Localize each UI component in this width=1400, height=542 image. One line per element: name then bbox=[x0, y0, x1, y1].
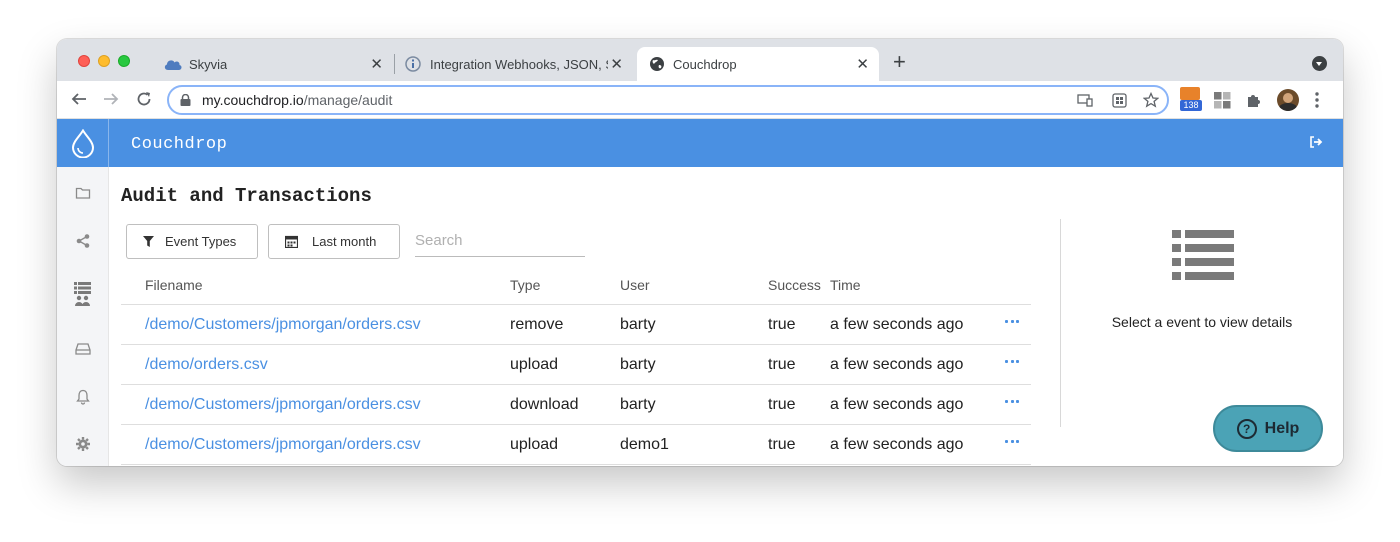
help-icon: ? bbox=[1236, 418, 1257, 439]
row-more-icon[interactable] bbox=[1005, 400, 1019, 404]
search-input[interactable]: Search bbox=[415, 229, 585, 257]
couchdrop-logo[interactable] bbox=[57, 119, 109, 167]
close-window-button[interactable] bbox=[78, 55, 90, 67]
audit-list-icon[interactable] bbox=[74, 281, 92, 307]
tab-skyvia[interactable]: Skyvia ✕ bbox=[157, 47, 393, 81]
folder-icon[interactable] bbox=[75, 185, 91, 201]
event-time: a few seconds ago bbox=[830, 396, 964, 413]
event-types-filter-button[interactable]: Event Types bbox=[126, 224, 258, 259]
close-tab-icon[interactable]: ✕ bbox=[856, 55, 869, 73]
url-host: my.couchdrop.io bbox=[202, 92, 304, 108]
event-user: barty bbox=[620, 316, 656, 333]
tab-title: Couchdrop bbox=[673, 56, 737, 72]
app-brand: Couchdrop bbox=[131, 135, 228, 154]
filter-funnel-icon bbox=[143, 236, 154, 247]
column-header-user[interactable]: User bbox=[620, 277, 650, 293]
maximize-window-button[interactable] bbox=[118, 55, 130, 67]
row-more-icon[interactable] bbox=[1005, 320, 1019, 324]
bookmark-star-icon[interactable] bbox=[1143, 92, 1159, 108]
event-type: download bbox=[510, 396, 579, 413]
event-type: remove bbox=[510, 316, 564, 333]
globe-icon bbox=[650, 57, 664, 71]
gear-icon[interactable] bbox=[75, 436, 91, 452]
event-user: demo1 bbox=[620, 436, 669, 453]
logout-icon[interactable] bbox=[1309, 136, 1323, 148]
url-path: /manage/audit bbox=[303, 92, 393, 108]
address-bar[interactable]: my.couchdrop.io/manage/audit bbox=[167, 85, 1169, 115]
event-time: a few seconds ago bbox=[830, 356, 964, 373]
tab-search-icon[interactable] bbox=[1312, 56, 1327, 71]
date-range-filter-button[interactable]: Last month bbox=[268, 224, 400, 259]
table-row[interactable]: /demo/Customers/jpmorgan/orders.csv remo… bbox=[121, 305, 1031, 345]
browser-window: Skyvia ✕ Integration Webhooks, JSON, S ✕… bbox=[57, 39, 1343, 466]
event-user: barty bbox=[620, 356, 656, 373]
event-time: a few seconds ago bbox=[830, 316, 964, 333]
new-tab-button[interactable]: + bbox=[893, 51, 906, 73]
app-header: Couchdrop bbox=[57, 119, 1343, 167]
help-label: Help bbox=[1264, 419, 1300, 437]
tab-separator bbox=[394, 54, 395, 74]
back-arrow-icon[interactable] bbox=[71, 91, 87, 107]
column-header-filename[interactable]: Filename bbox=[145, 277, 203, 293]
event-user: barty bbox=[620, 396, 656, 413]
close-tab-icon[interactable]: ✕ bbox=[370, 55, 383, 73]
forward-arrow-icon[interactable] bbox=[103, 91, 119, 107]
list-details-icon bbox=[1172, 230, 1234, 280]
page-title: Audit and Transactions bbox=[121, 185, 372, 207]
close-tab-icon[interactable]: ✕ bbox=[610, 55, 623, 73]
tab-title: Integration Webhooks, JSON, S bbox=[430, 56, 608, 72]
main-content: Audit and Transactions Event Types Last … bbox=[109, 167, 1343, 466]
column-header-success[interactable]: Success bbox=[768, 277, 821, 293]
help-button[interactable]: ? Help bbox=[1213, 405, 1323, 452]
tab-title: Skyvia bbox=[189, 56, 228, 72]
sidebar bbox=[57, 167, 109, 466]
tab-couchdrop[interactable]: Couchdrop ✕ bbox=[637, 47, 879, 81]
lock-icon bbox=[180, 94, 191, 106]
url-text: my.couchdrop.io/manage/audit bbox=[202, 92, 392, 108]
extension-sql-icon[interactable]: 138 bbox=[1180, 87, 1202, 113]
info-icon bbox=[405, 56, 421, 72]
extensions-puzzle-icon[interactable] bbox=[1246, 92, 1262, 108]
browser-toolbar: my.couchdrop.io/manage/audit 138 bbox=[57, 81, 1343, 119]
event-success: true bbox=[768, 316, 796, 333]
minimize-window-button[interactable] bbox=[98, 55, 110, 67]
filename-link[interactable]: /demo/Customers/jpmorgan/orders.csv bbox=[145, 396, 421, 414]
bell-icon[interactable] bbox=[75, 389, 91, 405]
event-success: true bbox=[768, 396, 796, 413]
event-success: true bbox=[768, 356, 796, 373]
table-row[interactable]: /demo/orders.csv upload barty true a few… bbox=[121, 345, 1031, 385]
filename-link[interactable]: /demo/orders.csv bbox=[145, 356, 268, 374]
filename-link[interactable]: /demo/Customers/jpmorgan/orders.csv bbox=[145, 316, 421, 334]
event-success: true bbox=[768, 436, 796, 453]
share-icon[interactable] bbox=[75, 233, 91, 249]
calendar-icon bbox=[285, 235, 298, 248]
cloud-icon bbox=[164, 60, 182, 70]
tab-integration-webhooks[interactable]: Integration Webhooks, JSON, S ✕ bbox=[397, 47, 633, 81]
qr-code-icon[interactable] bbox=[1112, 93, 1127, 108]
water-drop-icon bbox=[71, 129, 95, 158]
event-type: upload bbox=[510, 436, 559, 453]
audit-table: Filename Type User Success Time /demo/Cu… bbox=[121, 265, 1031, 465]
extension-badge: 138 bbox=[1180, 100, 1202, 111]
event-type: upload bbox=[510, 356, 559, 373]
filename-link[interactable]: /demo/Customers/jpmorgan/orders.csv bbox=[145, 436, 421, 454]
event-time: a few seconds ago bbox=[830, 436, 964, 453]
storage-drive-icon[interactable] bbox=[75, 341, 91, 357]
row-more-icon[interactable] bbox=[1005, 440, 1019, 444]
column-header-type[interactable]: Type bbox=[510, 277, 540, 293]
tab-strip: Skyvia ✕ Integration Webhooks, JSON, S ✕… bbox=[57, 39, 1343, 81]
reload-icon[interactable] bbox=[136, 91, 152, 107]
more-vert-icon[interactable] bbox=[1315, 92, 1319, 108]
event-types-label: Event Types bbox=[165, 234, 237, 249]
extension-grid-icon[interactable] bbox=[1214, 92, 1231, 109]
profile-avatar[interactable] bbox=[1277, 89, 1299, 111]
column-header-time[interactable]: Time bbox=[830, 277, 861, 293]
row-more-icon[interactable] bbox=[1005, 360, 1019, 364]
table-row[interactable]: /demo/Customers/jpmorgan/orders.csv uplo… bbox=[121, 425, 1031, 465]
details-placeholder: Select a event to view details bbox=[1111, 314, 1293, 330]
date-range-label: Last month bbox=[312, 234, 377, 249]
table-row[interactable]: /demo/Customers/jpmorgan/orders.csv down… bbox=[121, 385, 1031, 425]
table-header: Filename Type User Success Time bbox=[121, 265, 1031, 305]
cast-device-icon[interactable] bbox=[1077, 94, 1093, 107]
